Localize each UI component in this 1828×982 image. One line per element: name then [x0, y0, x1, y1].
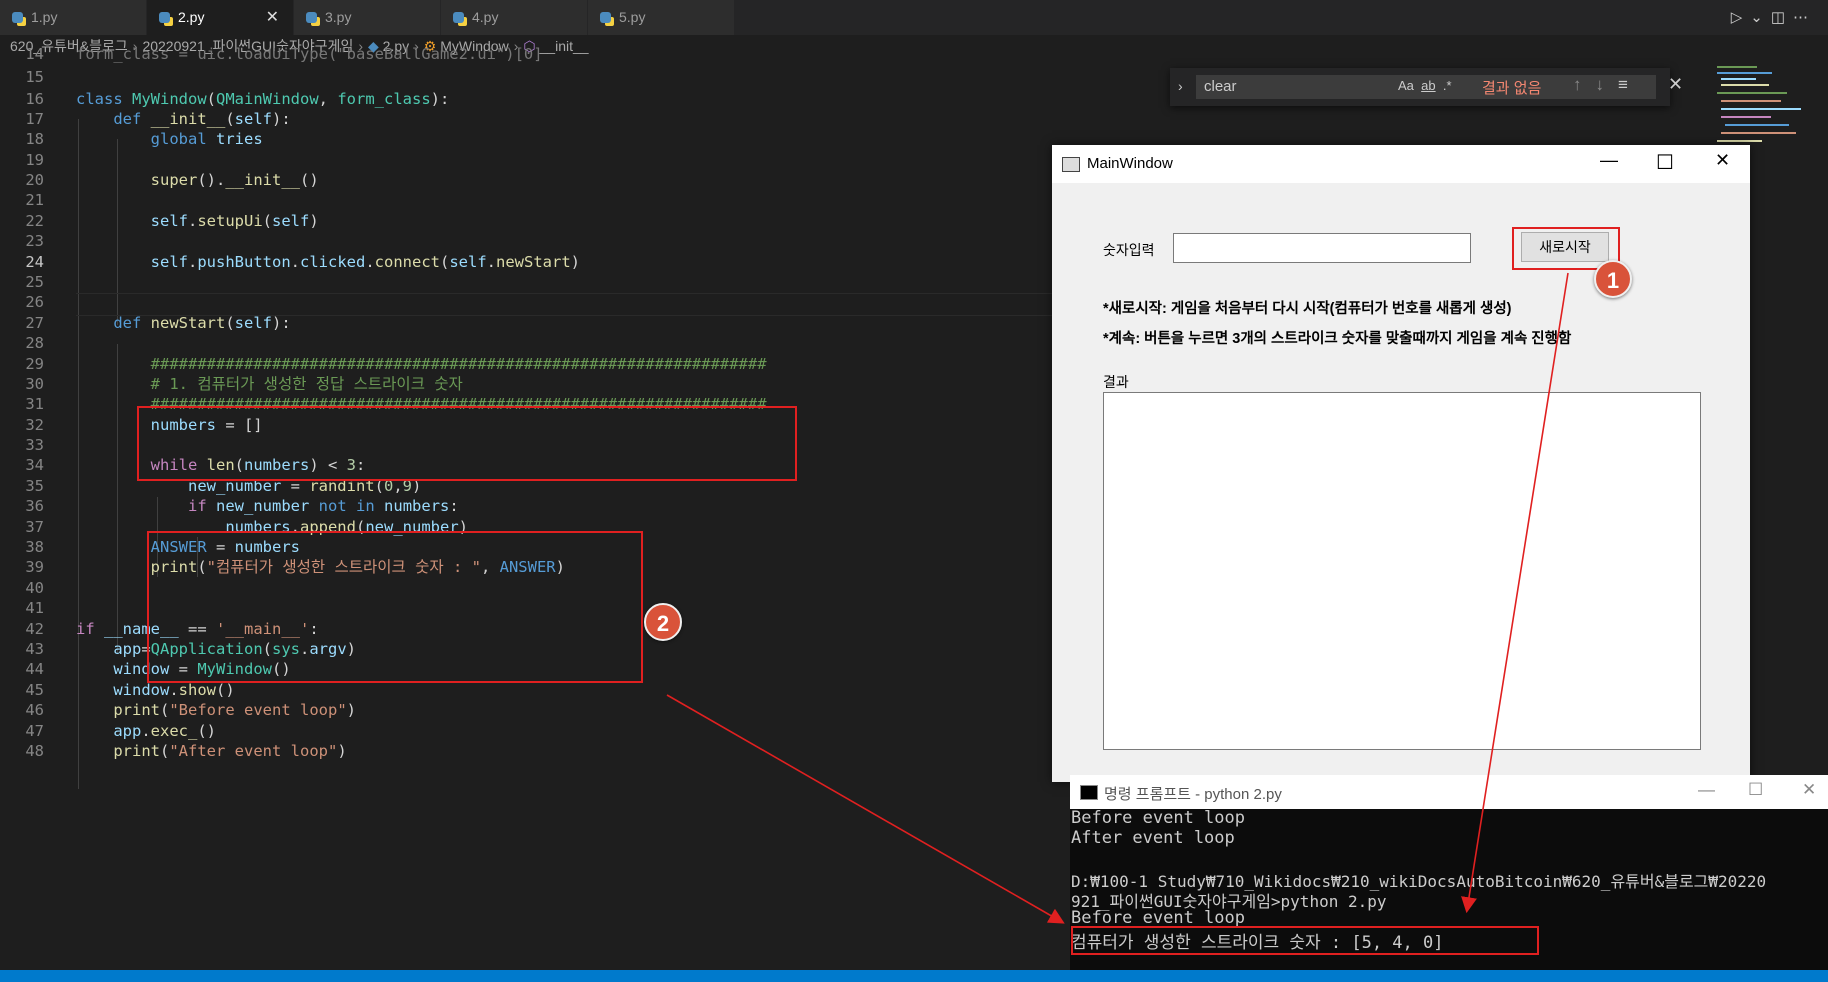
arrow-code-to-output — [666, 694, 1065, 924]
status-bar — [0, 970, 1828, 982]
annotation-arrows — [666, 272, 1569, 924]
arrow-button-to-output — [1461, 272, 1569, 914]
